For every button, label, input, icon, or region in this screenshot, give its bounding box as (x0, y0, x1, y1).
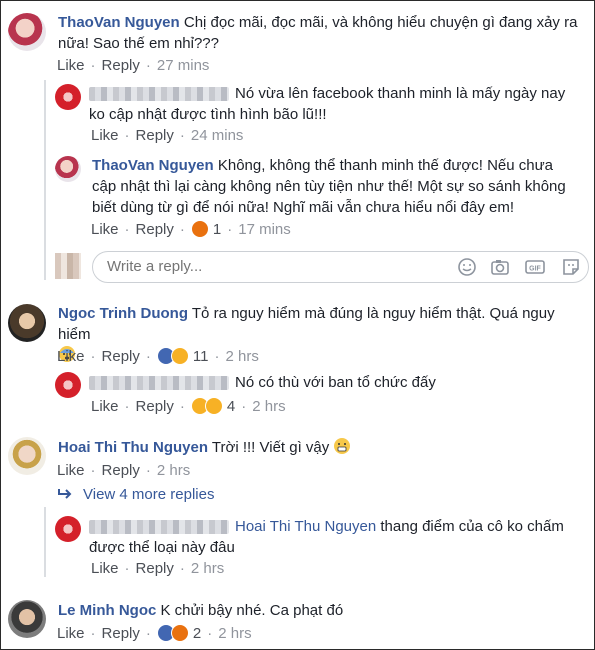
avatar[interactable] (55, 516, 81, 542)
reply-body: ThaoVan Nguyen Không, không thể thanh mi… (92, 157, 566, 216)
wow-reaction-icon (204, 397, 223, 415)
thread-line (44, 80, 46, 280)
like-link[interactable]: Like (57, 57, 85, 74)
reactions[interactable] (156, 347, 189, 365)
sticker-icon[interactable] (561, 257, 581, 277)
timestamp[interactable]: 2 hrs (157, 462, 190, 479)
comment-actions: Like · Reply · 11 · 2 hrs (57, 347, 259, 365)
reply-link[interactable]: Reply (136, 127, 174, 144)
reply-arrow-icon (58, 488, 72, 499)
like-link[interactable]: Like (91, 127, 119, 144)
comment-body: Le Minh Ngoc K chửi bậy nhé. Ca phạt đó (58, 602, 344, 619)
avatar[interactable] (8, 304, 46, 342)
view-more-replies[interactable]: View 4 more replies (57, 486, 214, 503)
redacted-name (89, 376, 229, 391)
comment-author[interactable]: ThaoVan Nguyen (58, 14, 180, 31)
svg-text:GIF: GIF (529, 266, 541, 273)
reply-actions: Like · Reply · 2 hrs (91, 560, 225, 577)
comment-actions: Like · Reply · 2 · 2 hrs (57, 624, 252, 642)
comment-author[interactable]: Le Minh Ngoc (58, 602, 156, 619)
reaction-count[interactable]: 11 (193, 348, 209, 365)
comment-actions: Like · Reply · 27 mins (57, 57, 210, 74)
reaction-count[interactable]: 4 (227, 398, 235, 415)
reply-link[interactable]: Reply (102, 57, 140, 74)
reply-link[interactable]: Reply (136, 560, 174, 577)
avatar[interactable] (8, 600, 46, 638)
gif-icon[interactable]: GIF (525, 257, 545, 277)
like-link[interactable]: Like (57, 348, 85, 365)
like-link[interactable]: Like (57, 625, 85, 642)
reactions[interactable] (190, 220, 209, 238)
reply-link[interactable]: Reply (102, 625, 140, 642)
like-link[interactable]: Like (91, 560, 119, 577)
angry-reaction-icon (190, 220, 209, 238)
comment-author[interactable]: ThaoVan Nguyen (92, 157, 214, 174)
like-link[interactable]: Like (91, 398, 119, 415)
reply-body: Hoai Thi Thu Nguyen thang điểm của cô ko… (89, 518, 564, 556)
haha-reaction-icon (170, 347, 189, 365)
timestamp[interactable]: 2 hrs (218, 625, 251, 642)
thread-line (44, 507, 46, 577)
reply-body: Nó vừa lên facebook thanh minh là mấy ng… (89, 85, 566, 123)
reply-composer[interactable]: GIF (92, 251, 589, 283)
mention-link[interactable]: Hoai Thi Thu Nguyen (235, 518, 376, 535)
comment-author[interactable]: Ngoc Trinh Duong (58, 305, 188, 322)
reply-actions: Like · Reply · 24 mins (91, 127, 244, 144)
reactions[interactable] (156, 624, 189, 642)
comment-body: Hoai Thi Thu Nguyen Trời !!! Viết gì vậy (58, 437, 578, 458)
redacted-name (89, 520, 229, 535)
like-link[interactable]: Like (57, 462, 85, 479)
reaction-count[interactable]: 2 (193, 625, 201, 642)
avatar[interactable] (55, 156, 81, 182)
reply-link[interactable]: Reply (102, 348, 140, 365)
emoji-icon[interactable] (457, 257, 477, 277)
avatar[interactable] (55, 84, 81, 110)
reactions[interactable] (190, 397, 223, 415)
comment-author[interactable]: Hoai Thi Thu Nguyen (58, 439, 208, 456)
reply-input[interactable] (105, 257, 439, 276)
angry-reaction-icon (170, 624, 189, 642)
comment-body: ThaoVan Nguyen Chị đọc mãi, đọc mãi, và … (58, 14, 578, 52)
reply-link[interactable]: Reply (136, 221, 174, 238)
comment-actions: Like · Reply · 2 hrs (57, 462, 191, 479)
grimacing-emoji-icon (334, 438, 351, 454)
like-link[interactable]: Like (91, 221, 119, 238)
reaction-count[interactable]: 1 (213, 221, 221, 238)
timestamp[interactable]: 17 mins (238, 221, 291, 238)
avatar[interactable] (8, 13, 46, 51)
avatar[interactable] (8, 437, 46, 475)
reply-link[interactable]: Reply (102, 462, 140, 479)
reply-actions: Like · Reply · 4 · 2 hrs (91, 397, 286, 415)
timestamp[interactable]: 2 hrs (225, 348, 258, 365)
timestamp[interactable]: 2 hrs (191, 560, 224, 577)
timestamp[interactable]: 2 hrs (252, 398, 285, 415)
timestamp[interactable]: 27 mins (157, 57, 210, 74)
timestamp[interactable]: 24 mins (191, 127, 244, 144)
current-user-avatar (55, 253, 81, 279)
reply-link[interactable]: Reply (136, 398, 174, 415)
reply-actions: Like · Reply · 1 · 17 mins (91, 220, 291, 238)
avatar[interactable] (55, 372, 81, 398)
redacted-name (89, 87, 229, 102)
reply-body: Nó có thù với ban tổ chức đấy (89, 372, 584, 393)
camera-icon[interactable] (490, 257, 510, 277)
